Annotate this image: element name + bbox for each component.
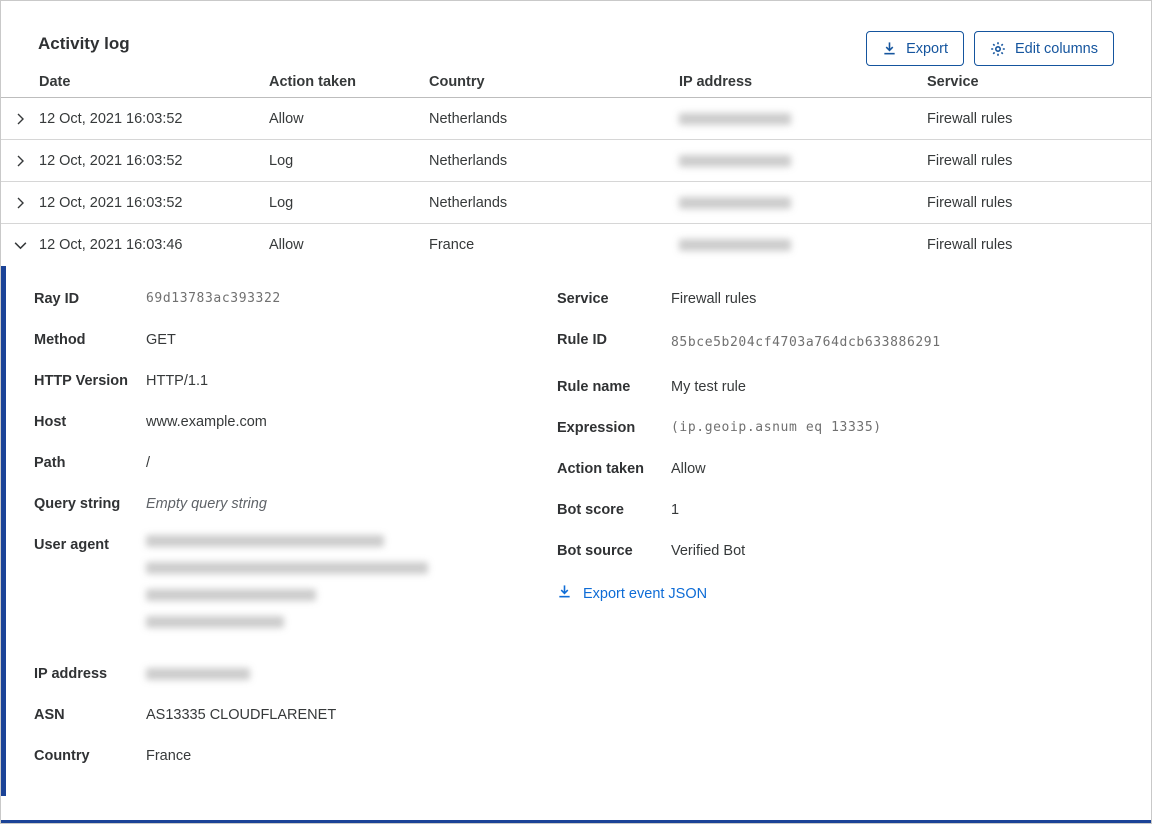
field-http-version: HTTP Version HTTP/1.1 (34, 373, 209, 389)
detail-right-column: Service Firewall rules Rule ID 85bce5b20… (557, 289, 1151, 796)
cell-action-taken: Allow (269, 110, 304, 127)
cell-action-taken: Allow (269, 237, 304, 253)
cell-date: 12 Oct, 2021 16:03:52 (39, 152, 183, 169)
chevron-right-icon[interactable] (1, 112, 39, 126)
export-button-label: Export (906, 40, 948, 57)
cell-service: Firewall rules (927, 237, 1013, 253)
field-ip-address: IP address (34, 664, 557, 684)
user-agent-redacted (146, 535, 428, 643)
chevron-right-icon[interactable] (1, 196, 39, 210)
field-path: Path / (34, 455, 151, 471)
edit-columns-button[interactable]: Edit columns (973, 31, 1114, 66)
detail-left-column: Ray ID 69d13783ac393322 Method GET HTTP … (34, 289, 557, 796)
column-header-action-taken[interactable]: Action taken (269, 74, 429, 90)
table-row[interactable]: 12 Oct, 2021 16:03:52 Allow Netherlands … (1, 98, 1151, 140)
export-event-json-link[interactable]: Export event JSON (557, 584, 707, 603)
cell-country: France (429, 237, 475, 253)
cell-country: Netherlands (429, 152, 508, 169)
column-header-country[interactable]: Country (429, 74, 679, 90)
cell-ip-address-redacted (679, 196, 927, 209)
cell-date: 12 Oct, 2021 16:03:52 (39, 194, 183, 211)
gear-icon (990, 41, 1006, 57)
cell-ip-address-redacted (679, 112, 927, 125)
cell-date: 12 Oct, 2021 16:03:52 (39, 110, 183, 127)
page-title: Activity log (38, 34, 130, 53)
cell-service: Firewall rules (927, 110, 1013, 127)
edit-columns-button-label: Edit columns (1014, 40, 1098, 57)
activity-log-panel: Activity log Export Edit columns Date Ac… (0, 0, 1152, 824)
field-rule-id: Rule ID 85bce5b204cf4703a764dcb633886291 (557, 332, 941, 350)
field-expression: Expression (ip.geoip.asnum eq 13335) (557, 420, 882, 436)
chevron-right-icon[interactable] (1, 154, 39, 168)
event-detail-panel: Ray ID 69d13783ac393322 Method GET HTTP … (1, 266, 1151, 796)
field-ray-id: Ray ID 69d13783ac393322 (34, 291, 281, 307)
table-header: Date Action taken Country IP address Ser… (1, 66, 1151, 98)
cell-country: Netherlands (429, 194, 508, 211)
cell-ip-address-redacted (679, 239, 927, 251)
field-action-taken: Action taken Allow (557, 461, 706, 477)
field-country: Country France (34, 748, 192, 764)
download-icon (882, 41, 897, 56)
toolbar: Export Edit columns (866, 31, 1114, 66)
download-icon (557, 584, 572, 603)
header: Activity log Export Edit columns (1, 1, 1151, 66)
column-header-ip-address[interactable]: IP address (679, 74, 927, 90)
field-bot-score: Bot score 1 (557, 502, 680, 518)
field-query-string: Query string Empty query string (34, 496, 267, 512)
ip-address-redacted (146, 664, 250, 684)
field-asn: ASN AS13335 CLOUDFLARENET (34, 707, 337, 723)
field-service: Service Firewall rules (557, 291, 757, 307)
cell-service: Firewall rules (927, 194, 1013, 211)
column-header-service[interactable]: Service (927, 74, 1151, 90)
field-user-agent: User agent (34, 535, 557, 643)
panel-bottom-accent-bar (1, 820, 1151, 823)
field-bot-source: Bot source Verified Bot (557, 543, 746, 559)
chevron-down-icon[interactable] (1, 238, 39, 253)
export-button[interactable]: Export (866, 31, 964, 66)
column-header-date[interactable]: Date (39, 74, 269, 90)
table-row[interactable]: 12 Oct, 2021 16:03:52 Log Netherlands Fi… (1, 140, 1151, 182)
cell-action-taken: Log (269, 152, 294, 169)
export-event-json-label: Export event JSON (583, 585, 708, 602)
cell-action-taken: Log (269, 194, 294, 211)
table-row-expanded[interactable]: 12 Oct, 2021 16:03:46 Allow France Firew… (1, 224, 1151, 266)
cell-ip-address-redacted (679, 154, 927, 167)
cell-service: Firewall rules (927, 152, 1013, 169)
table-row[interactable]: 12 Oct, 2021 16:03:52 Log Netherlands Fi… (1, 182, 1151, 224)
field-host: Host www.example.com (34, 414, 267, 430)
field-method: Method GET (34, 332, 176, 348)
field-rule-name: Rule name My test rule (557, 379, 746, 395)
cell-date: 12 Oct, 2021 16:03:46 (39, 237, 183, 253)
cell-country: Netherlands (429, 110, 508, 127)
